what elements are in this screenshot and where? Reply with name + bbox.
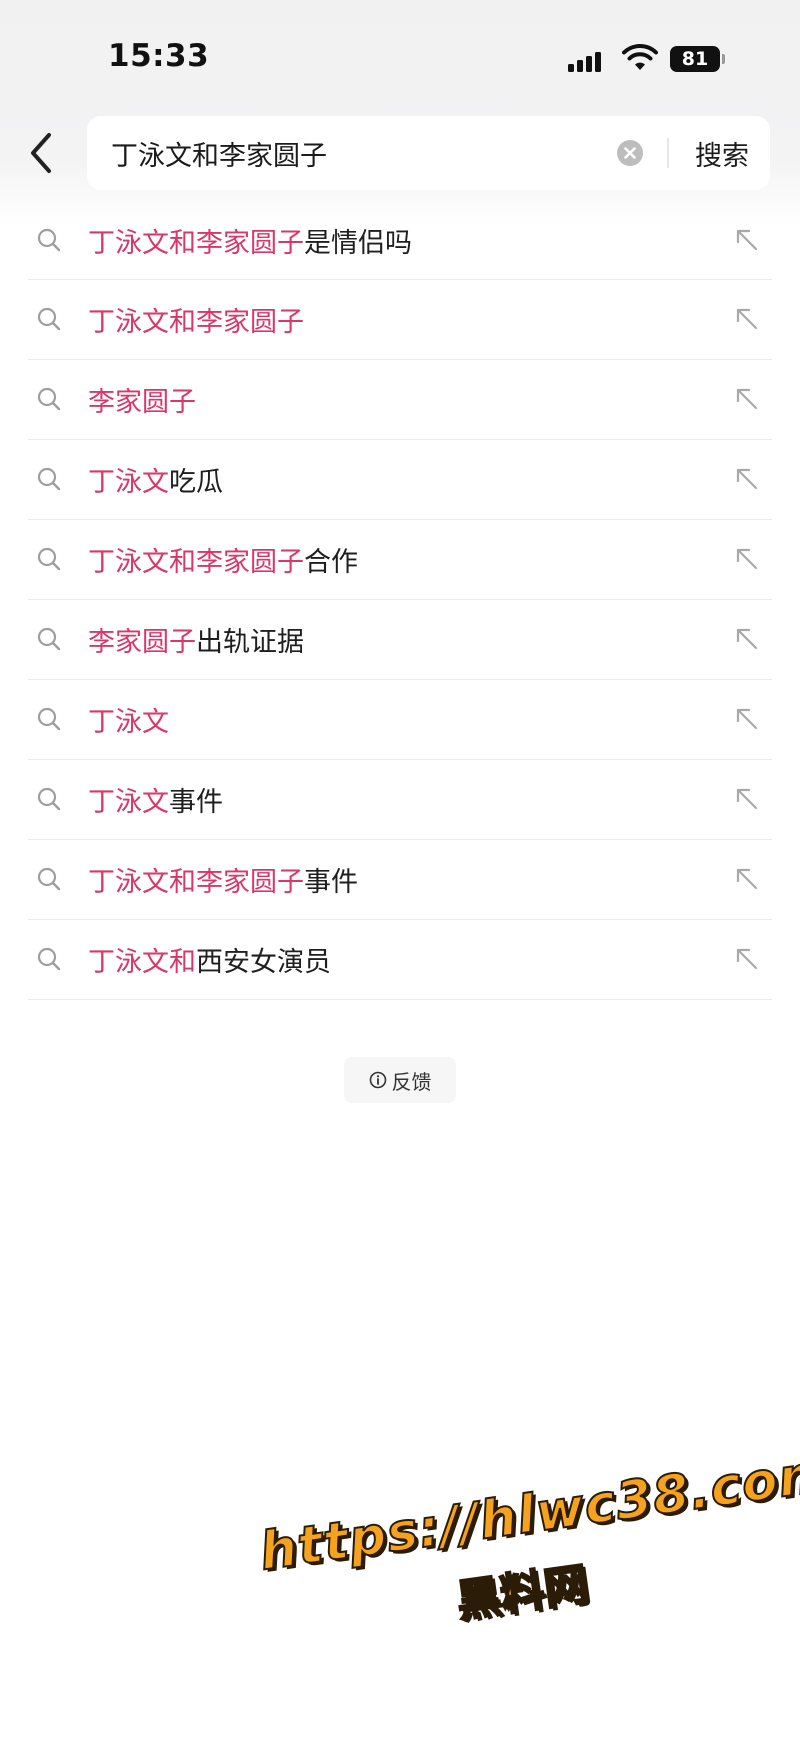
suggestion-rest: 事件	[169, 787, 223, 818]
suggestion-text: 丁泳文	[88, 680, 169, 759]
arrow-up-left-icon[interactable]	[734, 386, 760, 412]
suggestion-text: 李家圆子 出轨证据	[88, 600, 304, 679]
search-icon	[37, 387, 61, 411]
watermark-name: 黑料网	[453, 1558, 593, 1629]
status-bar: 15:33 81	[0, 0, 800, 110]
chevron-left-icon	[31, 133, 51, 173]
arrow-up-left-icon[interactable]	[734, 866, 760, 892]
suggestion-item[interactable]: 丁泳文和李家圆子 是情侣吗	[28, 201, 772, 280]
suggestion-highlight: 丁泳文	[88, 787, 169, 818]
suggestion-item[interactable]: 丁泳文和 西安女演员	[28, 920, 772, 1000]
suggestion-rest: 事件	[304, 867, 358, 898]
suggestion-rest: 吃瓜	[169, 467, 223, 498]
suggestion-rest: 合作	[304, 547, 358, 578]
suggestion-item[interactable]: 丁泳文 事件	[28, 760, 772, 840]
suggestion-highlight: 李家圆子	[88, 627, 196, 658]
arrow-up-left-icon[interactable]	[734, 306, 760, 332]
suggestion-text: 丁泳文和李家圆子 是情侣吗	[88, 201, 412, 279]
search-icon	[37, 547, 61, 571]
suggestion-item[interactable]: 丁泳文和李家圆子 合作	[28, 520, 772, 600]
cellular-signal-icon	[568, 50, 608, 72]
search-bar: 搜索	[87, 116, 770, 190]
status-time: 15:33	[108, 38, 210, 74]
arrow-up-left-icon[interactable]	[734, 946, 760, 972]
arrow-up-left-icon[interactable]	[734, 466, 760, 492]
search-icon	[37, 947, 61, 971]
suggestion-rest: 是情侣吗	[304, 227, 412, 259]
search-icon	[37, 787, 61, 811]
clear-search-button[interactable]	[616, 139, 644, 167]
suggestion-rest: 西安女演员	[196, 947, 331, 978]
suggestion-text: 丁泳文和李家圆子 合作	[88, 520, 358, 599]
arrow-up-left-icon[interactable]	[734, 227, 760, 253]
suggestion-text: 丁泳文 吃瓜	[88, 440, 223, 519]
clear-icon	[617, 140, 643, 166]
suggestion-item[interactable]: 丁泳文 吃瓜	[28, 440, 772, 520]
info-icon	[369, 1071, 386, 1089]
suggestion-highlight: 丁泳文和李家圆子	[88, 547, 304, 578]
search-icon	[37, 307, 61, 331]
suggestion-highlight: 丁泳文和李家圆子	[88, 307, 304, 338]
suggestion-text: 丁泳文和李家圆子 事件	[88, 840, 358, 919]
battery-icon: 81	[670, 46, 725, 72]
suggestion-item[interactable]: 李家圆子 出轨证据	[28, 600, 772, 680]
arrow-up-left-icon[interactable]	[734, 706, 760, 732]
search-button[interactable]: 搜索	[680, 116, 764, 190]
suggestion-item[interactable]: 丁泳文和李家圆子	[28, 280, 772, 360]
search-icon	[37, 707, 61, 731]
suggestion-highlight: 丁泳文	[88, 467, 169, 498]
suggestion-item[interactable]: 丁泳文	[28, 680, 772, 760]
search-suggestion-screen: 15:33 81 搜索	[0, 0, 800, 1739]
feedback-button[interactable]: 反馈	[344, 1057, 456, 1103]
search-icon	[37, 867, 61, 891]
search-icon	[37, 228, 61, 252]
battery-level: 81	[681, 48, 709, 70]
suggestion-text: 丁泳文和李家圆子	[88, 280, 304, 359]
suggestion-item[interactable]: 李家圆子	[28, 360, 772, 440]
search-divider	[667, 138, 669, 168]
search-icon	[37, 627, 61, 651]
arrow-up-left-icon[interactable]	[734, 546, 760, 572]
wifi-icon	[622, 44, 658, 70]
suggestion-highlight: 丁泳文和李家圆子	[88, 867, 304, 898]
watermark: https://hlwc38.com 黑料网	[240, 1428, 800, 1663]
search-icon	[37, 467, 61, 491]
suggestion-item[interactable]: 丁泳文和李家圆子 事件	[28, 840, 772, 920]
suggestion-highlight: 丁泳文和李家圆子	[88, 227, 304, 259]
suggestion-text: 丁泳文和 西安女演员	[88, 920, 331, 999]
search-input[interactable]	[111, 116, 611, 190]
suggestion-rest: 出轨证据	[196, 627, 304, 658]
suggestion-text: 李家圆子	[88, 360, 196, 439]
arrow-up-left-icon[interactable]	[734, 626, 760, 652]
feedback-label: 反馈	[391, 1069, 432, 1094]
suggestion-list: 丁泳文和李家圆子 是情侣吗 丁泳文和李家圆子 李家圆子 丁泳文 吃瓜 丁泳文和李家圆…	[28, 201, 772, 1000]
suggestion-text: 丁泳文 事件	[88, 760, 223, 839]
back-button[interactable]	[22, 128, 62, 178]
suggestion-highlight: 丁泳文和	[88, 947, 196, 978]
arrow-up-left-icon[interactable]	[734, 786, 760, 812]
suggestion-highlight: 李家圆子	[88, 387, 196, 418]
suggestion-highlight: 丁泳文	[88, 707, 169, 738]
